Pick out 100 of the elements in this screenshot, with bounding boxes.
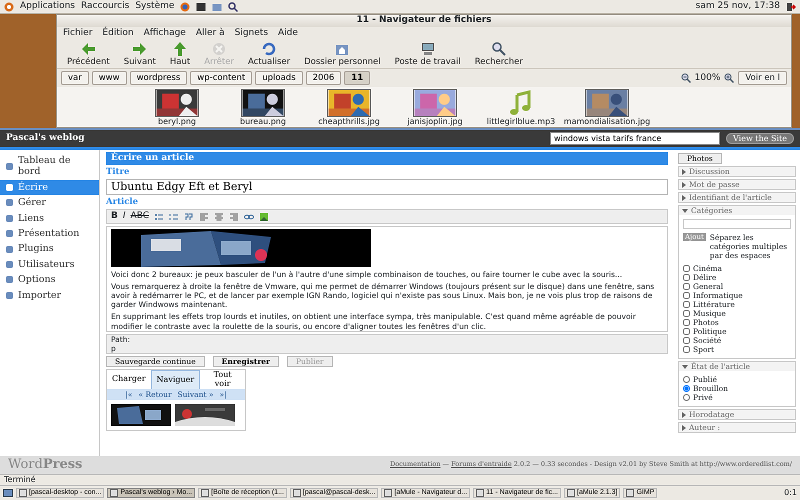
clock: sam 25 nov, 17:38 xyxy=(696,1,780,12)
view-dropdown[interactable]: Voir en l xyxy=(738,71,787,86)
toolbar-button[interactable]: Précédent xyxy=(61,41,116,68)
file-name[interactable]: bureau.png xyxy=(240,117,286,127)
align-center-icon[interactable] xyxy=(214,212,224,222)
toolbar-button[interactable]: Haut xyxy=(164,41,196,68)
menu-item[interactable]: Édition xyxy=(102,28,134,40)
window-icon xyxy=(19,488,27,497)
toolbar-button[interactable]: Actualiser xyxy=(242,41,296,68)
checkbox[interactable] xyxy=(683,283,690,290)
menu-item[interactable]: Liens xyxy=(0,210,99,226)
path-button[interactable]: www xyxy=(92,71,127,86)
menu-item[interactable]: Aller à xyxy=(196,28,225,40)
file-name[interactable]: mamondialisation.jpg xyxy=(564,117,650,127)
forward-icon xyxy=(132,41,148,58)
menu-item[interactable]: Utilisateurs xyxy=(0,256,99,272)
triangle-icon[interactable] xyxy=(682,412,686,418)
toolbar-button[interactable]: Poste de travail xyxy=(388,41,467,68)
radio-button[interactable] xyxy=(683,385,690,392)
menu-item[interactable]: Plugins xyxy=(0,241,99,257)
checkbox[interactable] xyxy=(683,328,690,335)
file-name[interactable]: cheapthrills.jpg xyxy=(318,117,380,127)
back-icon xyxy=(80,41,96,58)
path-button[interactable]: var xyxy=(61,71,89,86)
uploader-tab[interactable]: Naviguer xyxy=(150,370,200,389)
menu-item[interactable]: Signets xyxy=(234,28,268,40)
category-field[interactable] xyxy=(683,219,791,229)
window-icon xyxy=(476,488,484,497)
align-left-icon[interactable] xyxy=(199,212,209,222)
path-button[interactable]: 11 xyxy=(344,71,370,86)
checkbox[interactable] xyxy=(683,310,690,317)
radio-button[interactable] xyxy=(683,376,690,383)
toolbar-button[interactable]: Suivant xyxy=(118,41,162,68)
file-name[interactable]: janisjoplin.jpg xyxy=(407,117,463,127)
computer-icon xyxy=(420,41,436,58)
menu-item[interactable]: Affichage xyxy=(144,28,186,40)
align-right-icon[interactable] xyxy=(229,212,239,222)
field-label: Article xyxy=(106,196,140,208)
path-button[interactable]: wordpress xyxy=(130,71,188,86)
menu-item[interactable]: Importer xyxy=(0,288,99,303)
format-button[interactable]: ABC xyxy=(130,211,149,222)
logo-icon xyxy=(4,2,14,12)
checkbox[interactable] xyxy=(683,346,690,353)
menu-item[interactable]: Applications xyxy=(20,1,75,12)
uploader-tab[interactable]: Tout voir xyxy=(200,370,245,389)
menu-item[interactable]: Écrire xyxy=(0,180,99,196)
menu-item[interactable]: Système xyxy=(135,1,174,12)
terminal-icon[interactable] xyxy=(196,2,206,12)
checkbox[interactable] xyxy=(683,319,690,326)
radio-button[interactable] xyxy=(683,394,690,401)
menu-item[interactable]: Options xyxy=(0,272,99,288)
zoom-out-icon[interactable] xyxy=(680,73,691,84)
menu-item[interactable]: Raccourcis xyxy=(80,1,130,12)
logout-icon[interactable] xyxy=(786,2,796,12)
checkbox[interactable] xyxy=(683,265,690,272)
window-icon xyxy=(110,488,118,497)
checkbox[interactable] xyxy=(683,301,690,308)
file-name[interactable]: beryl.png xyxy=(158,117,196,127)
workspace-indicator[interactable]: 0:1 xyxy=(784,488,797,498)
numbered-list-icon[interactable] xyxy=(169,212,179,222)
image-icon[interactable] xyxy=(259,212,269,222)
search-field[interactable]: windows vista tarifs france xyxy=(550,132,720,145)
menu-item[interactable]: Fichier xyxy=(63,28,92,40)
editor-area[interactable] xyxy=(106,226,668,332)
uploader-tab[interactable]: Charger xyxy=(107,370,151,389)
file-name[interactable]: littlegirlblue.mp3 xyxy=(486,117,556,127)
format-button[interactable]: I xyxy=(122,211,126,222)
link-icon[interactable] xyxy=(244,212,254,222)
checkbox[interactable] xyxy=(683,274,690,281)
show-desktop-icon[interactable] xyxy=(3,488,13,498)
path-button[interactable]: wp-content xyxy=(190,71,252,86)
menu-item[interactable]: Aide xyxy=(278,28,298,40)
browser-icon[interactable] xyxy=(180,2,190,12)
toolbar-button[interactable]: Dossier personnel xyxy=(298,41,387,68)
stop-icon xyxy=(211,41,228,58)
path-button[interactable]: uploads xyxy=(255,71,303,86)
status-bar: Terminé xyxy=(0,474,800,485)
quote-icon[interactable] xyxy=(184,212,194,222)
menu-item[interactable]: Présentation xyxy=(0,226,99,242)
window-icon xyxy=(384,488,392,497)
path-button[interactable]: 2006 xyxy=(306,71,342,86)
view-site-button[interactable]: View the Site xyxy=(726,132,794,144)
window-icon xyxy=(567,488,576,497)
format-button[interactable]: B xyxy=(111,211,118,222)
blog-title: Pascal's weblog xyxy=(6,133,85,144)
bullet-list-icon[interactable] xyxy=(154,212,164,222)
checkbox[interactable] xyxy=(683,292,690,299)
triangle-icon[interactable] xyxy=(682,168,686,174)
title-field[interactable]: Ubuntu Edgy Eft et Beryl xyxy=(106,178,668,195)
toolbar-button[interactable]: Rechercher xyxy=(468,41,529,68)
reload-icon xyxy=(261,41,278,58)
checkbox[interactable] xyxy=(683,337,690,344)
page-tab[interactable]: Écrire un article xyxy=(106,152,668,165)
triangle-icon[interactable] xyxy=(682,182,686,188)
triangle-icon[interactable] xyxy=(682,424,686,430)
menu-item[interactable]: Tableau de bord xyxy=(0,153,99,180)
search-icon[interactable] xyxy=(228,2,238,12)
menu-item[interactable]: Gérer xyxy=(0,195,99,211)
triangle-icon[interactable] xyxy=(682,194,686,200)
zoom-in-icon[interactable] xyxy=(724,73,734,84)
